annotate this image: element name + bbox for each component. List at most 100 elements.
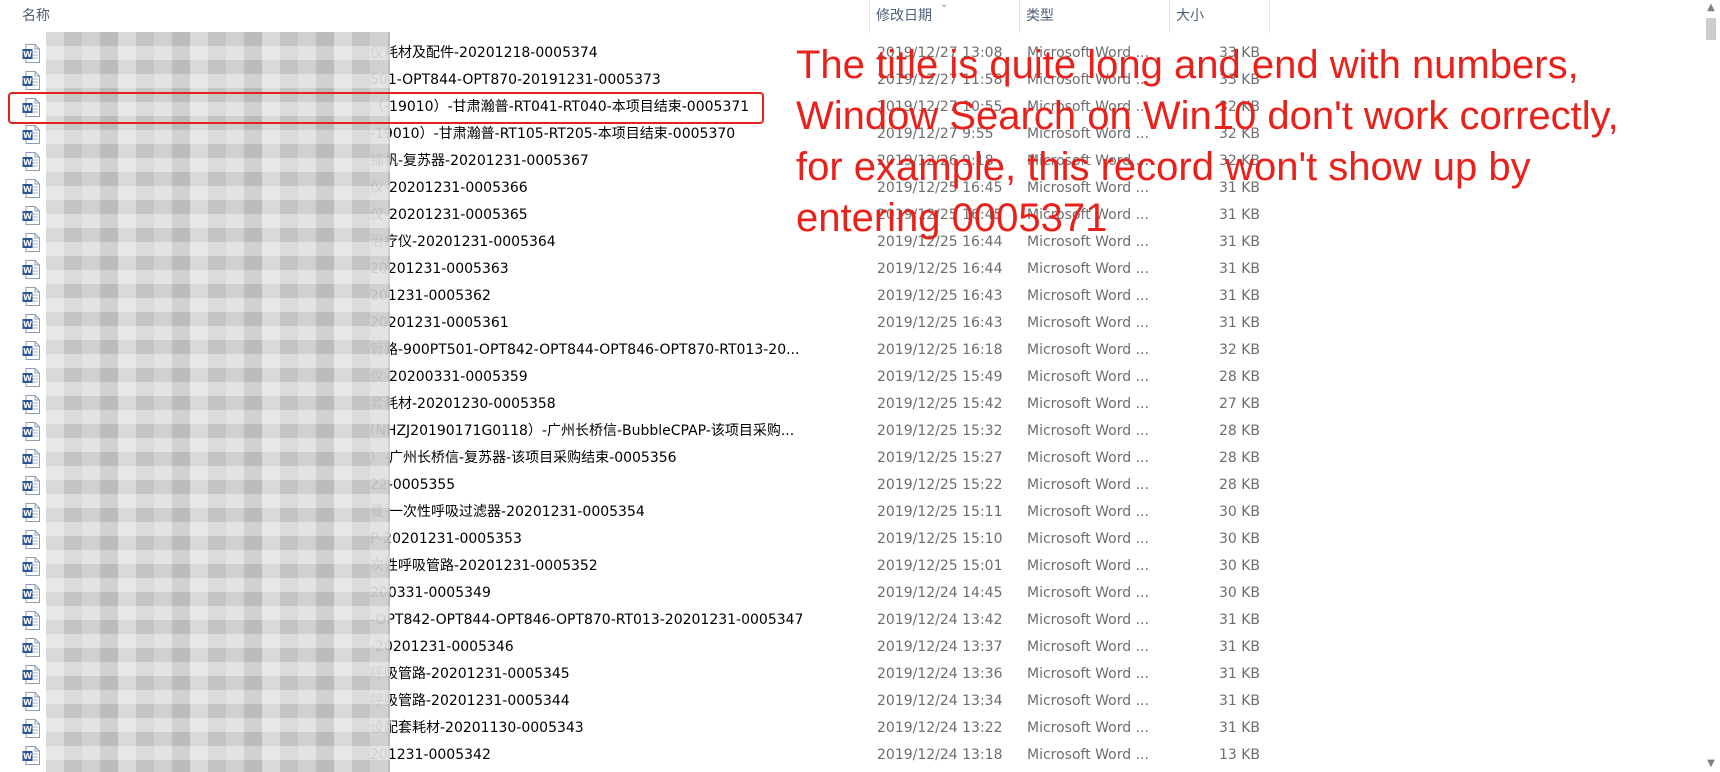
file-name: -19010）-甘肃瀚普-RT105-RT205-本项目结束-0005370: [370, 126, 736, 142]
svg-text:W: W: [23, 590, 32, 599]
file-name: 曼-一次性呼吸过滤器-20201231-0005354: [370, 504, 645, 520]
file-type: Microsoft Word ...: [1027, 666, 1149, 682]
word-document-icon: W: [22, 395, 40, 414]
file-name: 次性呼吸管路-20201231-0005352: [370, 558, 598, 574]
file-size: 31 KB: [1218, 288, 1260, 304]
scrollbar-thumb[interactable]: [1706, 18, 1716, 40]
word-document-icon: W: [22, 584, 40, 603]
svg-text:W: W: [23, 374, 32, 383]
word-document-icon: W: [22, 71, 40, 90]
file-name: 仪-20201231-0005366: [370, 180, 528, 196]
word-document-icon: W: [22, 260, 40, 279]
file-name: 20201231-0005361: [370, 315, 509, 331]
file-size: 31 KB: [1218, 666, 1260, 682]
word-document-icon: W: [22, 530, 40, 549]
svg-text:W: W: [23, 347, 32, 356]
column-header-bar: 名称 修改日期 ⌄ 类型 大小: [0, 0, 1720, 33]
svg-text:W: W: [23, 698, 32, 707]
file-explorer-window: 名称 修改日期 ⌄ 类型 大小 W 仪耗材及配件-20201218-0005374…: [0, 0, 1720, 772]
file-type: Microsoft Word ...: [1027, 693, 1149, 709]
column-header-type[interactable]: 类型: [1020, 0, 1170, 33]
file-type: Microsoft Word ...: [1027, 450, 1149, 466]
file-name: 锦帆-复苏器-20201231-0005367: [370, 153, 589, 169]
annotation-text: The title is quite long and end with num…: [796, 40, 1696, 244]
file-date-modified: 2019/12/24 13:37: [877, 639, 1003, 655]
file-date-modified: 2019/12/25 16:44: [877, 261, 1003, 277]
file-name: 管路-900PT501-OPT842-OPT844-OPT846-OPT870-…: [370, 342, 800, 358]
svg-text:W: W: [23, 293, 32, 302]
word-document-icon: W: [22, 449, 40, 468]
word-document-icon: W: [22, 125, 40, 144]
svg-text:W: W: [23, 212, 32, 221]
word-document-icon: W: [22, 233, 40, 252]
file-size: 30 KB: [1218, 558, 1260, 574]
file-date-modified: 2019/12/25 15:22: [877, 477, 1003, 493]
file-size: 31 KB: [1218, 315, 1260, 331]
word-document-icon: W: [22, 152, 40, 171]
file-size: 28 KB: [1218, 450, 1260, 466]
file-type: Microsoft Word ...: [1027, 423, 1149, 439]
word-document-icon: W: [22, 638, 40, 657]
svg-text:W: W: [23, 536, 32, 545]
file-type: Microsoft Word ...: [1027, 477, 1149, 493]
file-date-modified: 2019/12/25 15:10: [877, 531, 1003, 547]
file-type: Microsoft Word ...: [1027, 369, 1149, 385]
svg-text:W: W: [23, 752, 32, 761]
file-name: 仪-20200331-0005359: [370, 369, 528, 385]
file-name: 呼吸管路-20201231-0005344: [370, 693, 570, 709]
word-document-icon: W: [22, 746, 40, 765]
file-name: -20201231-0005346: [370, 639, 514, 655]
svg-text:W: W: [23, 320, 32, 329]
file-date-modified: 2019/12/25 15:42: [877, 396, 1003, 412]
redacted-filename-area: [46, 32, 390, 772]
file-date-modified: 2019/12/25 15:49: [877, 369, 1003, 385]
scroll-up-arrow-icon[interactable]: ▲: [1705, 2, 1717, 14]
annotation-line: for example, this record won't show up b…: [796, 145, 1531, 189]
file-type: Microsoft Word ...: [1027, 747, 1149, 763]
word-document-icon: W: [22, 719, 40, 738]
word-document-icon: W: [22, 44, 40, 63]
file-name: 呼吸管路-20201231-0005345: [370, 666, 570, 682]
file-size: 30 KB: [1218, 531, 1260, 547]
svg-text:W: W: [23, 482, 32, 491]
column-header-name[interactable]: 名称: [16, 0, 870, 33]
file-size: 31 KB: [1218, 261, 1260, 277]
file-size: 30 KB: [1218, 585, 1260, 601]
file-type: Microsoft Word ...: [1027, 504, 1149, 520]
file-date-modified: 2019/12/24 13:42: [877, 612, 1003, 628]
svg-text:W: W: [23, 563, 32, 572]
scroll-down-arrow-icon[interactable]: ▼: [1705, 758, 1717, 770]
sort-descending-icon: ⌄: [940, 0, 949, 10]
file-size: 28 KB: [1218, 369, 1260, 385]
annotation-line: entering 0005371: [796, 196, 1108, 240]
file-date-modified: 2019/12/25 15:11: [877, 504, 1003, 520]
file-date-modified: 2019/12/24 14:45: [877, 585, 1003, 601]
file-type: Microsoft Word ...: [1027, 558, 1149, 574]
file-type: Microsoft Word ...: [1027, 261, 1149, 277]
file-date-modified: 2019/12/25 16:18: [877, 342, 1003, 358]
file-size: 31 KB: [1218, 612, 1260, 628]
svg-text:W: W: [23, 158, 32, 167]
file-date-modified: 2019/12/24 13:22: [877, 720, 1003, 736]
svg-text:W: W: [23, 185, 32, 194]
file-type: Microsoft Word ...: [1027, 585, 1149, 601]
word-document-icon: W: [22, 206, 40, 225]
file-type: Microsoft Word ...: [1027, 396, 1149, 412]
file-size: 32 KB: [1218, 342, 1260, 358]
file-size: 31 KB: [1218, 693, 1260, 709]
file-date-modified: 2019/12/25 15:27: [877, 450, 1003, 466]
file-name: P-20201231-0005353: [370, 531, 522, 547]
file-size: 13 KB: [1218, 747, 1260, 763]
svg-text:W: W: [23, 617, 32, 626]
file-type: Microsoft Word ...: [1027, 612, 1149, 628]
vertical-scrollbar[interactable]: ▲ ▼: [1702, 0, 1720, 772]
word-document-icon: W: [22, 476, 40, 495]
column-header-size[interactable]: 大小: [1170, 0, 1270, 33]
file-type: Microsoft Word ...: [1027, 342, 1149, 358]
svg-text:W: W: [23, 644, 32, 653]
word-document-icon: W: [22, 692, 40, 711]
svg-text:W: W: [23, 671, 32, 680]
file-name: 501-OPT844-OPT870-20191231-0005373: [370, 72, 661, 88]
svg-text:W: W: [23, 266, 32, 275]
file-type: Microsoft Word ...: [1027, 315, 1149, 331]
